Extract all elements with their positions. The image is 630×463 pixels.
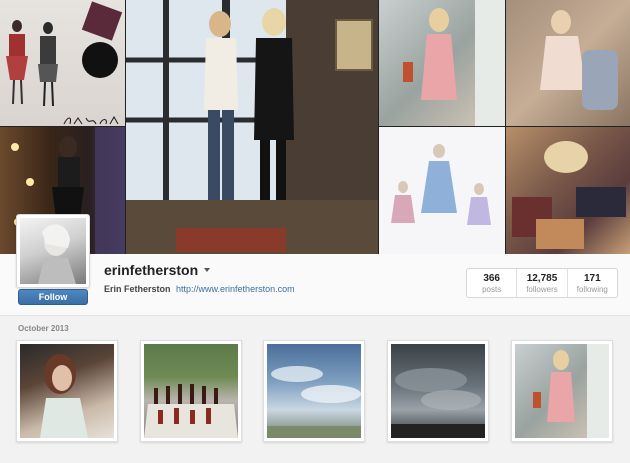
feed-photo-image (20, 344, 114, 438)
cover-photo-pink-dress-door[interactable] (379, 0, 505, 126)
feed-photo-pink-dress-door[interactable] (511, 340, 613, 442)
chevron-down-icon[interactable] (204, 268, 211, 272)
stat-following-value: 171 (583, 273, 601, 284)
stat-followers-value: 12,785 (526, 273, 558, 284)
feed-photo-woman-portrait[interactable] (16, 340, 118, 442)
cover-photo-dress-illustration[interactable] (379, 127, 505, 254)
bio: Erin Fetherston http://www.erinfethersto… (104, 284, 295, 294)
feed-photo-image (267, 344, 361, 438)
feed-photo-image (144, 344, 238, 438)
feed-photo-image (391, 344, 485, 438)
stat-posts-label: posts (482, 285, 502, 294)
stat-posts[interactable]: 366 posts (467, 269, 518, 297)
profile-page: Follow erinfetherston Erin Fetherston ht… (0, 0, 630, 463)
month-label: October 2013 (18, 324, 69, 333)
feed-photo-chess-board[interactable] (140, 340, 242, 442)
username[interactable]: erinfetherston (104, 262, 198, 278)
stat-following-label: following (576, 285, 608, 294)
cover-photo-lingerie-chair[interactable] (506, 0, 630, 126)
stat-posts-value: 366 (483, 273, 500, 284)
avatar-image (20, 218, 86, 284)
follow-button[interactable]: Follow (18, 289, 88, 305)
cover-photo-two-women-window[interactable] (126, 0, 378, 254)
stats-box: 366 posts 12,785 followers 171 following (466, 268, 618, 298)
website-link[interactable]: http://www.erinfetherston.com (176, 284, 295, 294)
erin-fetherston-signature-logo (62, 114, 120, 126)
feed-photo-sky-clouds[interactable] (263, 340, 365, 442)
feed-photo-image (515, 344, 609, 438)
feed-photo-stormy-sky[interactable] (387, 340, 489, 442)
cover-photo-fashion-sketch[interactable] (0, 0, 125, 126)
username-row: erinfetherston (104, 262, 211, 278)
full-name: Erin Fetherston (104, 284, 171, 294)
stat-followers[interactable]: 12,785 followers (517, 269, 568, 297)
avatar[interactable] (16, 214, 90, 288)
stat-followers-label: followers (526, 285, 558, 294)
stat-following[interactable]: 171 following (568, 269, 617, 297)
cover-photo-dog-fabrics[interactable] (506, 127, 630, 254)
cover-collage (0, 0, 630, 254)
